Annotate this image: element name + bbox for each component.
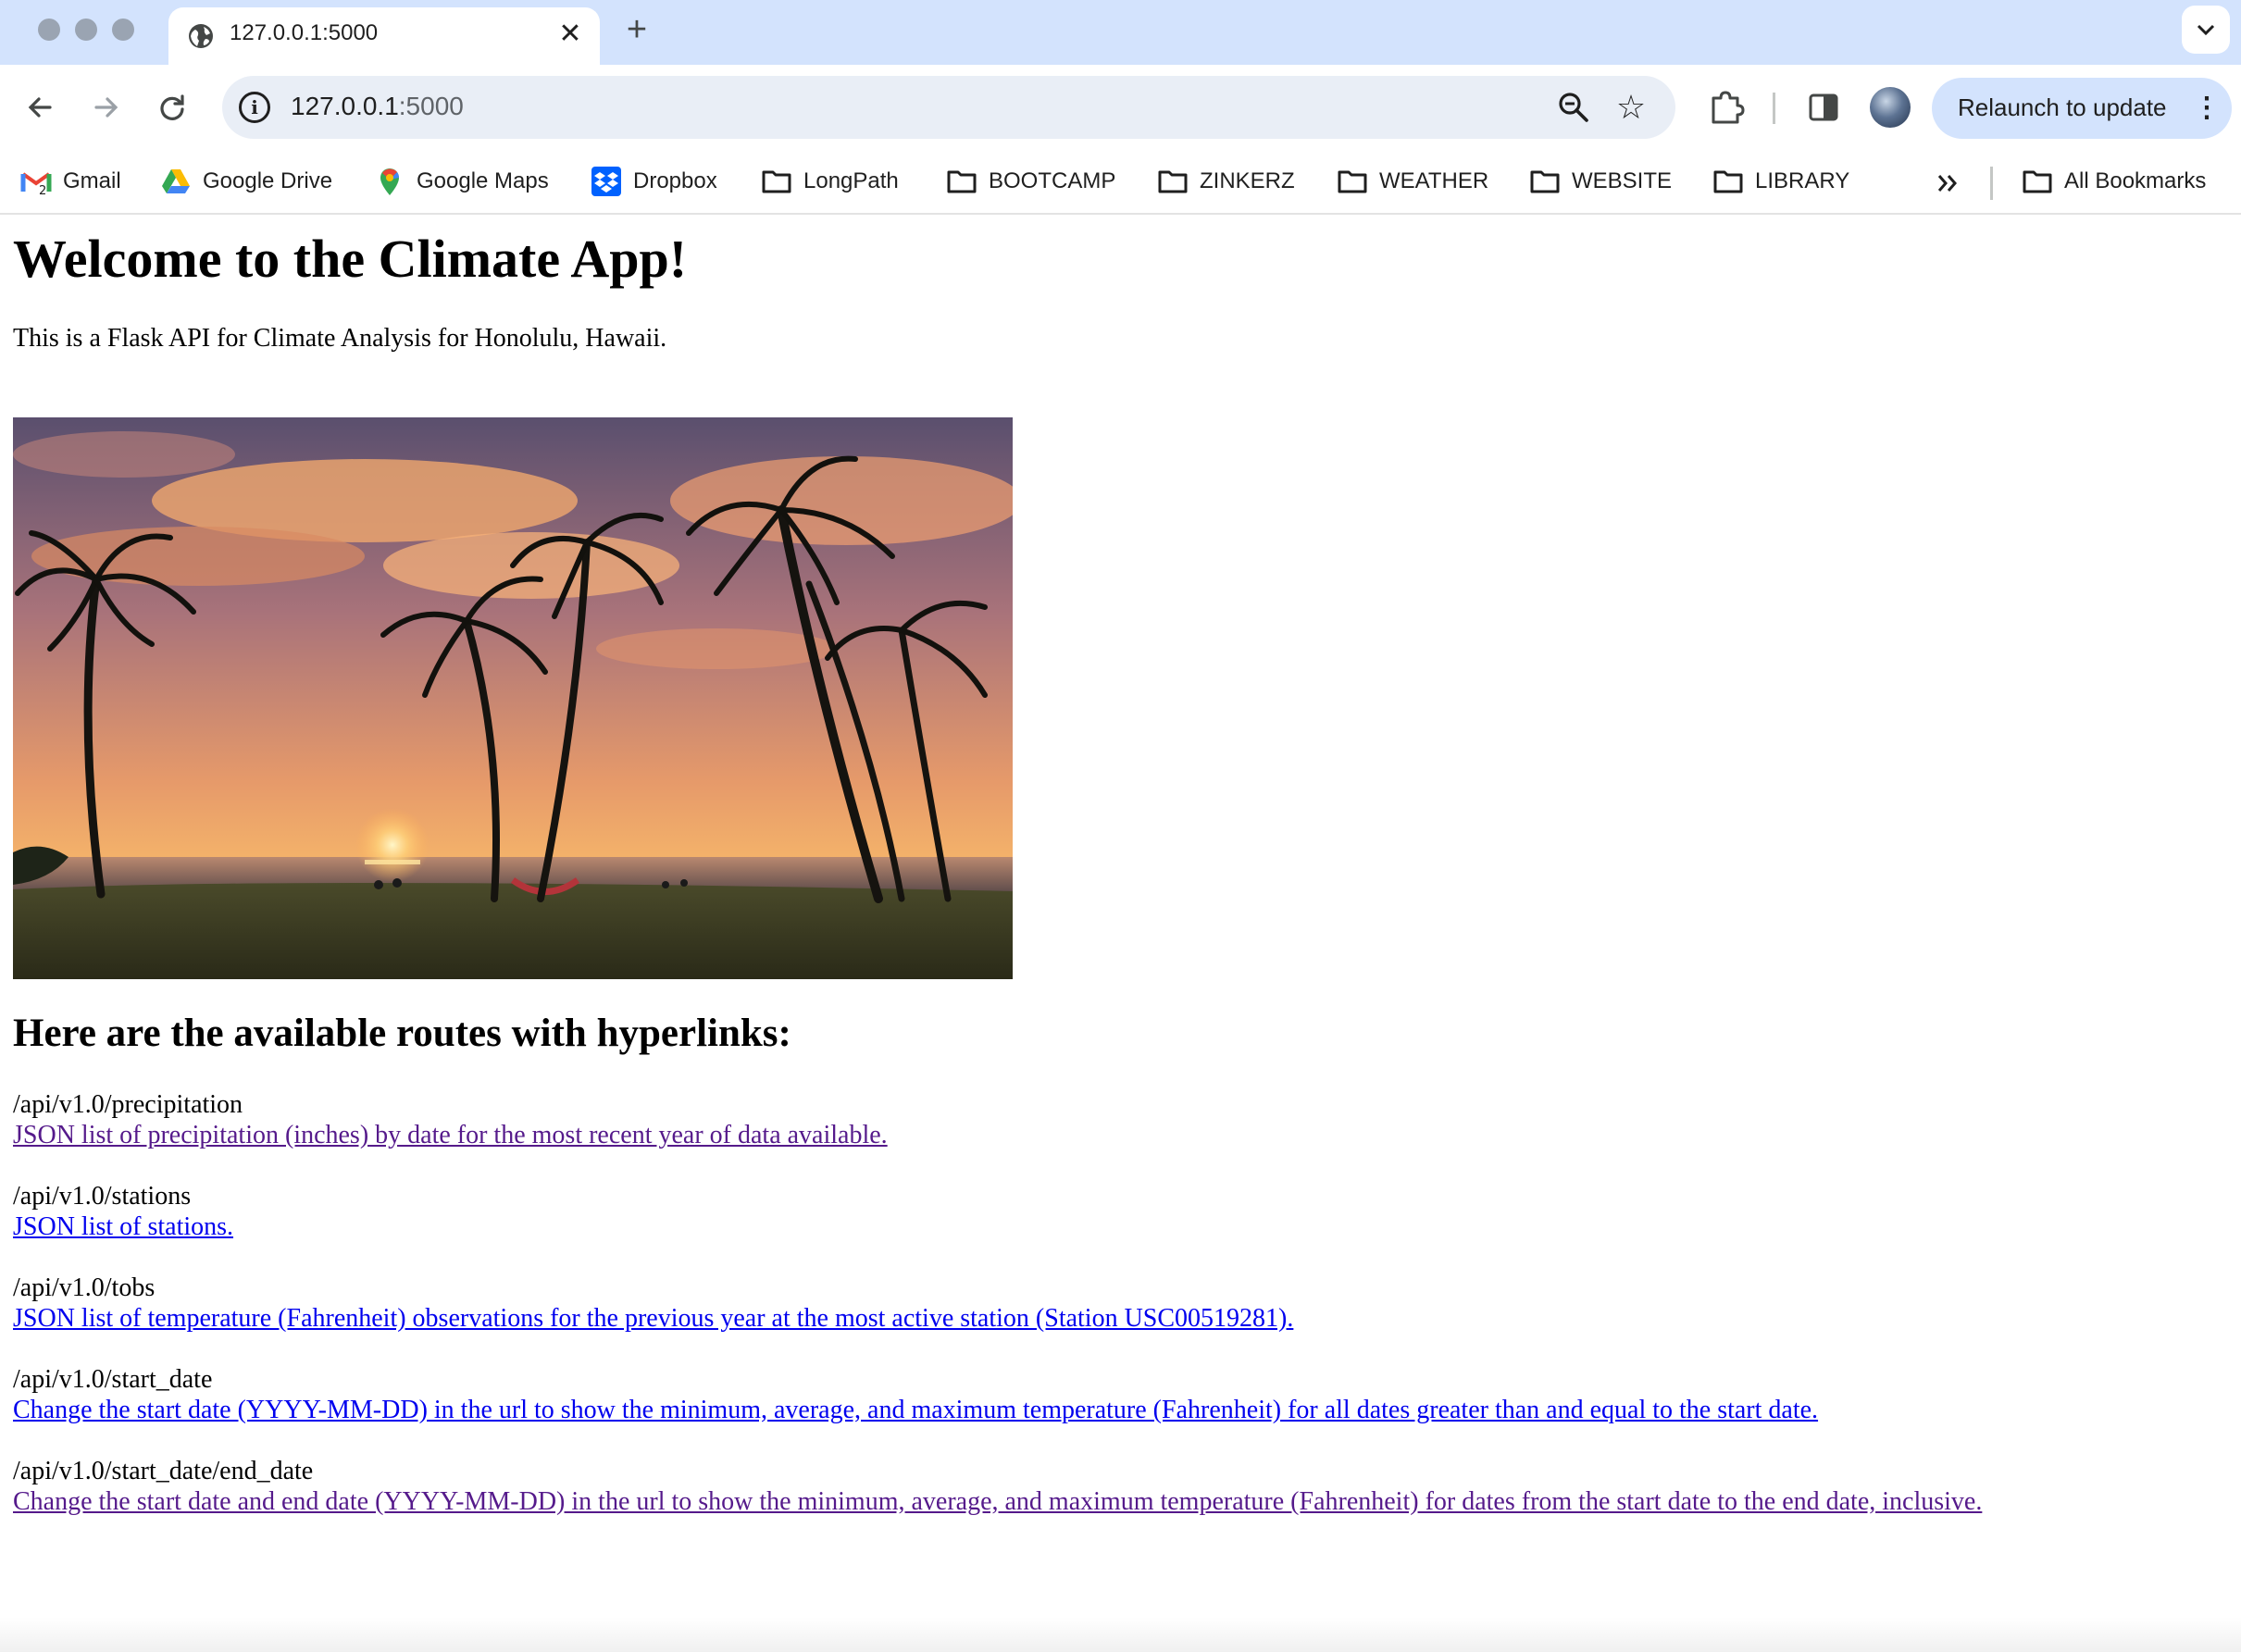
- active-tab[interactable]: 127.0.0.1:5000 ✕: [168, 7, 600, 65]
- bookmark-google-maps[interactable]: Google Maps: [374, 163, 549, 200]
- address-bar[interactable]: i 127.0.0.1:5000 ☆: [222, 76, 1675, 139]
- bookmark-label: Google Drive: [203, 168, 333, 193]
- route-path-precipitation: /api/v1.0/precipitation: [13, 1090, 243, 1119]
- bookmark-library[interactable]: LIBRARY: [1712, 163, 1849, 200]
- tab-search-chevron-down-icon[interactable]: [2182, 6, 2230, 54]
- window-minimize-dot[interactable]: [75, 19, 97, 41]
- google-drive-icon: [162, 169, 190, 193]
- bookmark-google-drive[interactable]: Google Drive: [160, 163, 332, 200]
- route-link-tobs[interactable]: JSON list of temperature (Fahrenheit) ob…: [13, 1304, 1293, 1334]
- relaunch-label: Relaunch to update: [1958, 93, 2167, 121]
- bookmarks-bar: 2 Gmail Google Drive Google Maps Dropbox: [0, 152, 2241, 215]
- tab-strip: 127.0.0.1:5000 ✕ +: [0, 0, 2241, 65]
- bookmark-label: Gmail: [63, 168, 121, 193]
- folder-icon: [2023, 170, 2052, 193]
- bookmark-label: BOOTCAMP: [989, 168, 1116, 193]
- google-maps-icon: [380, 168, 399, 195]
- more-bookmarks-chevron-icon[interactable]: [1935, 170, 1961, 196]
- bookmark-label: WEATHER: [1379, 168, 1489, 193]
- globe-icon: [189, 24, 213, 48]
- route-path-start-end-date: /api/v1.0/start_date/end_date: [13, 1457, 314, 1485]
- bookmark-bootcamp[interactable]: BOOTCAMP: [946, 163, 1115, 200]
- all-bookmarks-folder[interactable]: All Bookmarks: [2022, 163, 2206, 200]
- folder-icon: [947, 170, 977, 193]
- route-path-tobs: /api/v1.0/tobs: [13, 1273, 156, 1302]
- tab-title: 127.0.0.1:5000: [230, 20, 379, 45]
- forward-arrow-icon[interactable]: [85, 87, 126, 128]
- page-title: Welcome to the Climate App!: [13, 229, 688, 289]
- extensions-puzzle-icon[interactable]: [1705, 87, 1746, 128]
- relaunch-to-update-button[interactable]: Relaunch to update ⋮: [1932, 78, 2232, 139]
- folder-icon: [1530, 170, 1560, 193]
- route-link-start-date[interactable]: Change the start date (YYYY-MM-DD) in th…: [13, 1396, 1818, 1425]
- bookmark-label: WEBSITE: [1572, 168, 1673, 193]
- bookmark-star-icon[interactable]: ☆: [1612, 89, 1650, 126]
- url-host: 127.0.0.1: [291, 92, 399, 120]
- url-text[interactable]: 127.0.0.1:5000: [291, 92, 464, 121]
- url-port: :5000: [398, 92, 464, 120]
- bookmark-longpath[interactable]: LongPath: [761, 163, 899, 200]
- route-link-precipitation[interactable]: JSON list of precipitation (inches) by d…: [13, 1121, 888, 1150]
- profile-avatar[interactable]: [1870, 87, 1911, 128]
- folder-icon: [1158, 170, 1188, 193]
- back-arrow-icon[interactable]: [20, 87, 61, 128]
- bookmark-label: Dropbox: [633, 168, 717, 193]
- bookmark-dropbox[interactable]: Dropbox: [591, 163, 717, 200]
- page-viewport: Welcome to the Climate App! This is a Fl…: [0, 215, 2241, 1652]
- bookmark-label: LongPath: [803, 168, 899, 193]
- folder-icon: [1338, 170, 1367, 193]
- svg-text:2: 2: [39, 184, 46, 197]
- bookmark-zinkerz[interactable]: ZINKERZ: [1157, 163, 1295, 200]
- bookmark-weather[interactable]: WEATHER: [1337, 163, 1488, 200]
- bookmark-gmail[interactable]: 2 Gmail: [20, 163, 121, 200]
- site-info-icon[interactable]: i: [239, 92, 270, 123]
- bookmark-label: ZINKERZ: [1200, 168, 1295, 193]
- folder-icon: [762, 170, 791, 193]
- routes-heading: Here are the available routes with hyper…: [13, 1012, 791, 1055]
- window-zoom-dot[interactable]: [112, 19, 134, 41]
- dropbox-icon: [591, 167, 621, 196]
- reload-icon[interactable]: [152, 87, 193, 128]
- bookmark-label: LIBRARY: [1755, 168, 1850, 193]
- browser-toolbar: i 127.0.0.1:5000 ☆ Relaunch to update ⋮: [0, 65, 2241, 152]
- route-path-start-date: /api/v1.0/start_date: [13, 1365, 213, 1394]
- bookmarks-separator: [1990, 167, 1993, 200]
- all-bookmarks-label: All Bookmarks: [2064, 168, 2207, 193]
- zoom-magnifier-icon[interactable]: [1557, 91, 1590, 124]
- route-link-stations[interactable]: JSON list of stations.: [13, 1212, 233, 1242]
- window-close-dot[interactable]: [38, 19, 60, 41]
- sunset-palm-trees-image: [13, 417, 1013, 979]
- intro-text: This is a Flask API for Climate Analysis…: [13, 324, 667, 353]
- side-panel-icon[interactable]: [1803, 87, 1844, 128]
- new-tab-plus-icon[interactable]: +: [618, 11, 655, 48]
- gmail-icon: 2: [20, 172, 52, 197]
- route-link-start-end-date[interactable]: Change the start date and end date (YYYY…: [13, 1487, 1982, 1517]
- bookmark-website[interactable]: WEBSITE: [1529, 163, 1672, 200]
- route-path-stations: /api/v1.0/stations: [13, 1182, 192, 1211]
- window-bottom-shadow: [0, 1617, 2241, 1652]
- folder-icon: [1713, 170, 1743, 193]
- bookmark-label: Google Maps: [417, 168, 549, 193]
- tab-close-icon[interactable]: ✕: [554, 18, 587, 51]
- more-menu-kebab-icon[interactable]: ⋮: [2193, 91, 2221, 126]
- toolbar-divider: [1773, 93, 1775, 124]
